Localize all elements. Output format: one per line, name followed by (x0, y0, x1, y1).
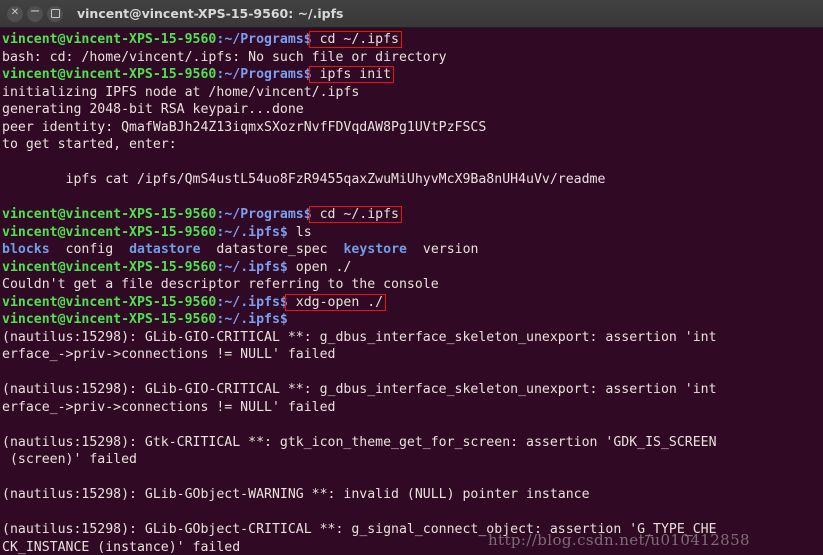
ls-entry-config: config (65, 242, 114, 257)
maximize-button[interactable] (47, 5, 63, 22)
output-text: Couldn't get a file descriptor referring… (2, 277, 439, 292)
prompt-user-host: vincent@vincent-XPS-15-9560 (2, 312, 217, 327)
ls-entry-blocks: blocks (2, 242, 50, 257)
minimize-icon: − (29, 3, 41, 19)
prompt-path: :~/Programs$ (216, 67, 312, 82)
ls-entry-datastore_spec: datastore_spec (216, 242, 328, 257)
prompt-path: :~/.ipfs$ (216, 259, 288, 275)
prompt-user-host: vincent@vincent-XPS-15-9560 (2, 294, 217, 310)
output-text: to get started, enter: (2, 137, 177, 152)
terminal-prompt-line: vincent@vincent-XPS-15-9560:~/.ipfs$ ope… (2, 259, 823, 277)
prompt-user-host: vincent@vincent-XPS-15-9560 (2, 67, 217, 82)
ls-entry-version: version (422, 242, 479, 257)
prompt-path: :~/.ipfs$ (216, 294, 288, 310)
ls-separator (50, 242, 66, 257)
terminal-prompt-line: vincent@vincent-XPS-15-9560:~/.ipfs$ (2, 311, 823, 329)
window-titlebar: ✕ − vincent@vincent-XPS-15-9560: ~/.ipfs (0, 0, 823, 28)
terminal-output-area[interactable]: vincent@vincent-XPS-15-9560:~/Programs$ … (0, 28, 823, 555)
output-text: (nautilus:15298): Gtk-CRITICAL **: gtk_i… (2, 434, 717, 450)
output-text: (screen)' failed (2, 452, 137, 467)
output-text: (nautilus:15298): GLib-GObject-WARNING *… (2, 487, 590, 502)
prompt-command: ls (287, 224, 312, 240)
prompt-path: :~/.ipfs$ (216, 312, 288, 327)
terminal-window: ✕ − vincent@vincent-XPS-15-9560: ~/.ipfs… (0, 0, 823, 555)
terminal-output-line: (nautilus:15298): GLib-GIO-CRITICAL **: … (2, 381, 823, 399)
terminal-prompt-line: vincent@vincent-XPS-15-9560:~/Programs$ … (2, 66, 823, 84)
output-text: ipfs cat /ipfs/QmS4ustL54uo8FzR9455qaxZw… (2, 172, 606, 187)
terminal-output-line: (screen)' failed (2, 451, 823, 469)
terminal-lines: vincent@vincent-XPS-15-9560:~/Programs$ … (2, 31, 823, 555)
output-text: (nautilus:15298): GLib-GIO-CRITICAL **: … (2, 329, 717, 345)
terminal-output-line: (nautilus:15298): GLib-GObject-WARNING *… (2, 486, 823, 504)
close-button[interactable]: ✕ (7, 5, 23, 22)
ls-separator (113, 242, 129, 257)
minimize-button[interactable]: − (27, 3, 43, 22)
output-text: CK_INSTANCE (instance)' failed (2, 539, 241, 555)
prompt-user-host: vincent@vincent-XPS-15-9560 (2, 207, 217, 222)
close-icon: ✕ (10, 7, 20, 18)
terminal-output-line: bash: cd: /home/vincent/.ipfs: No such f… (2, 49, 823, 67)
terminal-output-line: initializing IPFS node at /home/vincent/… (2, 84, 823, 102)
output-text: peer identity: QmafWaBJh24Z13iqmxSXozrNv… (2, 119, 487, 135)
terminal-output-line: (nautilus:15298): Gtk-CRITICAL **: gtk_i… (2, 434, 823, 452)
prompt-command: xdg-open ./ (284, 293, 387, 311)
prompt-path: :~/Programs$ (216, 32, 312, 47)
ls-entry-datastore: datastore (129, 242, 201, 257)
terminal-prompt-line: vincent@vincent-XPS-15-9560:~/.ipfs$ ls (2, 224, 823, 242)
ls-entry-keystore: keystore (343, 242, 407, 257)
terminal-output-line: (nautilus:15298): GLib-GIO-CRITICAL **: … (2, 329, 823, 347)
terminal-prompt-line: vincent@vincent-XPS-15-9560:~/Programs$ … (2, 31, 823, 49)
terminal-output-line: generating 2048-bit RSA keypair...done (2, 101, 823, 119)
prompt-path: :~/Programs$ (216, 207, 312, 222)
terminal-prompt-line: vincent@vincent-XPS-15-9560:~/Programs$ … (2, 206, 823, 224)
terminal-output-line: to get started, enter: (2, 136, 823, 154)
prompt-user-host: vincent@vincent-XPS-15-9560 (2, 32, 217, 47)
ls-separator (201, 242, 217, 257)
prompt-command: open ./ (287, 259, 352, 275)
terminal-output-line: erface_->priv->connections != NULL' fail… (2, 346, 823, 364)
prompt-user-host: vincent@vincent-XPS-15-9560 (2, 224, 217, 240)
terminal-output-line: erface_->priv->connections != NULL' fail… (2, 399, 823, 417)
prompt-user-host: vincent@vincent-XPS-15-9560 (2, 259, 217, 275)
terminal-prompt-line: vincent@vincent-XPS-15-9560:~/.ipfs$ xdg… (2, 293, 823, 312)
prompt-command: ipfs init (308, 66, 395, 83)
window-title: vincent@vincent-XPS-15-9560: ~/.ipfs (77, 6, 344, 21)
terminal-output-line: ipfs cat /ipfs/QmS4ustL54uo8FzR9455qaxZw… (2, 171, 823, 189)
terminal-output-line: peer identity: QmafWaBJh24Z13iqmxSXozrNv… (2, 119, 823, 137)
output-text: initializing IPFS node at /home/vincent/… (2, 84, 360, 100)
terminal-output-line: blocks config datastore datastore_spec k… (2, 241, 823, 259)
terminal-output-line: Couldn't get a file descriptor referring… (2, 276, 823, 294)
output-text: erface_->priv->connections != NULL' fail… (2, 347, 336, 362)
maximize-icon (50, 9, 60, 18)
ls-separator (407, 242, 423, 257)
output-text: generating 2048-bit RSA keypair...done (2, 102, 304, 117)
ls-separator (328, 242, 344, 257)
prompt-command: cd ~/.ipfs (308, 206, 403, 223)
watermark-text: http://blog.csdn.net/u010412858 (488, 531, 750, 549)
output-text: erface_->priv->connections != NULL' fail… (2, 399, 336, 415)
output-text: (nautilus:15298): GLib-GIO-CRITICAL **: … (2, 382, 717, 397)
output-text: bash: cd: /home/vincent/.ipfs: No such f… (2, 49, 447, 65)
prompt-path: :~/.ipfs$ (216, 224, 288, 240)
prompt-command: cd ~/.ipfs (308, 31, 403, 48)
